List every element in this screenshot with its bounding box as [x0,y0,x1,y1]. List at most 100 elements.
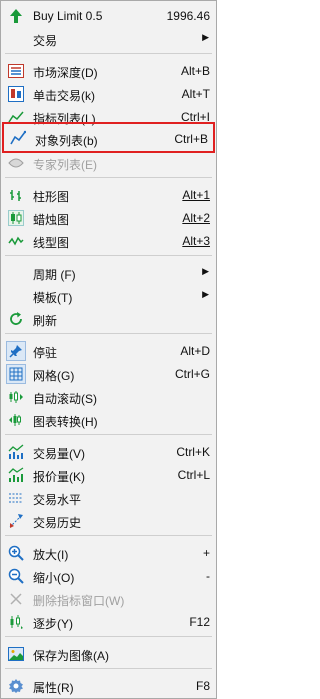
chart-context-menu: Buy Limit 0.5 1996.46 交易 ▶ 市场深度(D) Alt+B… [0,0,217,699]
one-click-trading-icon [7,85,25,103]
menu-item-shortcut: Alt+B [180,64,210,78]
menu-item-buy-limit[interactable]: Buy Limit 0.5 1996.46 [1,4,216,27]
menu-item-label: 报价量(K) [33,470,85,484]
menu-separator [5,434,212,435]
candlestick-icon [7,209,25,227]
menu-item-label: 交易 [33,34,58,48]
menu-item-label: 专家列表(E) [33,158,97,172]
menu-item-tick-volume[interactable]: 报价量(K) Ctrl+L [1,463,216,486]
menu-item-label: 网格(G) [33,369,75,383]
menu-item-label: 图表转换(H) [33,415,98,429]
menu-item-label: Buy Limit 0.5 [33,9,103,23]
pin-icon [6,341,26,361]
trade-history-icon [7,512,25,530]
menu-item-step-by-step[interactable]: 逐步(Y) F12 [1,610,216,633]
menu-item-label: 线型图 [33,236,70,250]
menu-item-bar-chart[interactable]: 柱形图 Alt+1 [1,183,216,206]
menu-item-shortcut: Alt+3 [182,234,210,248]
menu-item-label: 单击交易(k) [33,89,95,103]
menu-item-shortcut: Alt+1 [182,188,210,202]
object-list-icon [9,129,27,147]
menu-item-label: 交易历史 [33,516,82,530]
menu-item-period[interactable]: 周期 (F) ▶ [1,261,216,284]
submenu-arrow-icon: ▶ [202,32,209,42]
menu-separator [5,535,212,536]
close-icon [7,590,25,608]
submenu-arrow-icon: ▶ [202,266,209,276]
menu-item-shortcut: Alt+D [180,344,210,358]
grid-icon [6,364,26,384]
menu-item-market-depth[interactable]: 市场深度(D) Alt+B [1,59,216,82]
menu-item-shortcut: Ctrl+K [176,445,210,459]
menu-item-line-chart[interactable]: 线型图 Alt+3 [1,229,216,252]
bar-chart-icon [7,186,25,204]
menu-item-label: 蜡烛图 [33,213,70,227]
image-icon [7,645,25,663]
step-icon [7,613,25,631]
menu-item-grid[interactable]: 网格(G) Ctrl+G [1,362,216,385]
volume-icon [7,443,25,461]
menu-item-shortcut: F12 [189,615,210,629]
menu-item-one-click-trading[interactable]: 单击交易(k) Alt+T [1,82,216,105]
menu-item-label: 放大(I) [33,548,69,562]
tick-volume-icon [7,466,25,484]
menu-item-chart-shift[interactable]: 图表转换(H) [1,408,216,431]
menu-item-shortcut: + [202,546,210,560]
menu-item-label: 自动滚动(S) [33,392,97,406]
menu-item-candlestick-chart[interactable]: 蜡烛图 Alt+2 [1,206,216,229]
menu-item-zoom-in[interactable]: 放大(I) + [1,541,216,564]
auto-scroll-icon [7,388,25,406]
chart-shift-icon [7,411,25,429]
menu-item-label: 市场深度(D) [33,66,98,80]
refresh-icon [7,310,25,328]
menu-separator [5,636,212,637]
submenu-arrow-icon: ▶ [202,289,209,299]
line-chart-icon [7,232,25,250]
zoom-out-icon [7,567,25,585]
menu-item-shortcut: Ctrl+G [174,367,210,381]
menu-item-save-as-image[interactable]: 保存为图像(A) [1,642,216,665]
menu-item-label: 删除指标窗口(W) [33,594,125,608]
menu-item-label: 周期 (F) [33,268,76,282]
menu-item-shortcut: - [206,569,210,583]
menu-item-price: 1996.46 [166,9,210,23]
menu-item-shortcut: Alt+2 [182,211,210,225]
expert-list-icon [7,154,25,172]
menu-item-shortcut: Alt+T [181,87,210,101]
settings-icon [7,677,25,695]
menu-item-object-list[interactable]: 对象列表(b) Ctrl+B [2,122,215,153]
menu-item-properties[interactable]: 属性(R) F8 [1,674,216,697]
menu-item-label: 柱形图 [33,190,70,204]
menu-item-trade[interactable]: 交易 ▶ [1,27,216,50]
menu-item-volume[interactable]: 交易量(V) Ctrl+K [1,440,216,463]
market-depth-icon [7,62,25,80]
menu-separator [5,668,212,669]
menu-item-label: 刷新 [33,314,58,328]
menu-item-shortcut: Ctrl+B [174,132,208,146]
menu-item-label: 属性(R) [33,681,74,695]
zoom-in-icon [7,544,25,562]
menu-separator [5,53,212,54]
menu-item-label: 保存为图像(A) [33,649,109,663]
menu-item-zoom-out[interactable]: 缩小(O) - [1,564,216,587]
arrow-up-icon [7,7,25,25]
menu-item-trade-history[interactable]: 交易历史 [1,509,216,532]
menu-item-refresh[interactable]: 刷新 [1,307,216,330]
trade-levels-icon [7,489,25,507]
menu-item-delete-indicator-window[interactable]: 删除指标窗口(W) [1,587,216,610]
menu-separator [5,333,212,334]
menu-item-auto-scroll[interactable]: 自动滚动(S) [1,385,216,408]
menu-item-label: 停驻 [33,346,58,360]
menu-separator [5,177,212,178]
menu-item-label: 缩小(O) [33,571,75,585]
menu-item-label: 模板(T) [33,291,73,305]
menu-item-label: 逐步(Y) [33,617,73,631]
menu-item-label: 对象列表(b) [35,134,98,148]
menu-item-shortcut: Ctrl+L [177,468,210,482]
menu-item-expert-list[interactable]: 专家列表(E) [1,151,216,174]
menu-item-label: 交易水平 [33,493,82,507]
menu-item-trade-levels[interactable]: 交易水平 [1,486,216,509]
menu-item-dock[interactable]: 停驻 Alt+D [1,339,216,362]
menu-item-label: 交易量(V) [33,447,85,461]
menu-item-template[interactable]: 模板(T) ▶ [1,284,216,307]
